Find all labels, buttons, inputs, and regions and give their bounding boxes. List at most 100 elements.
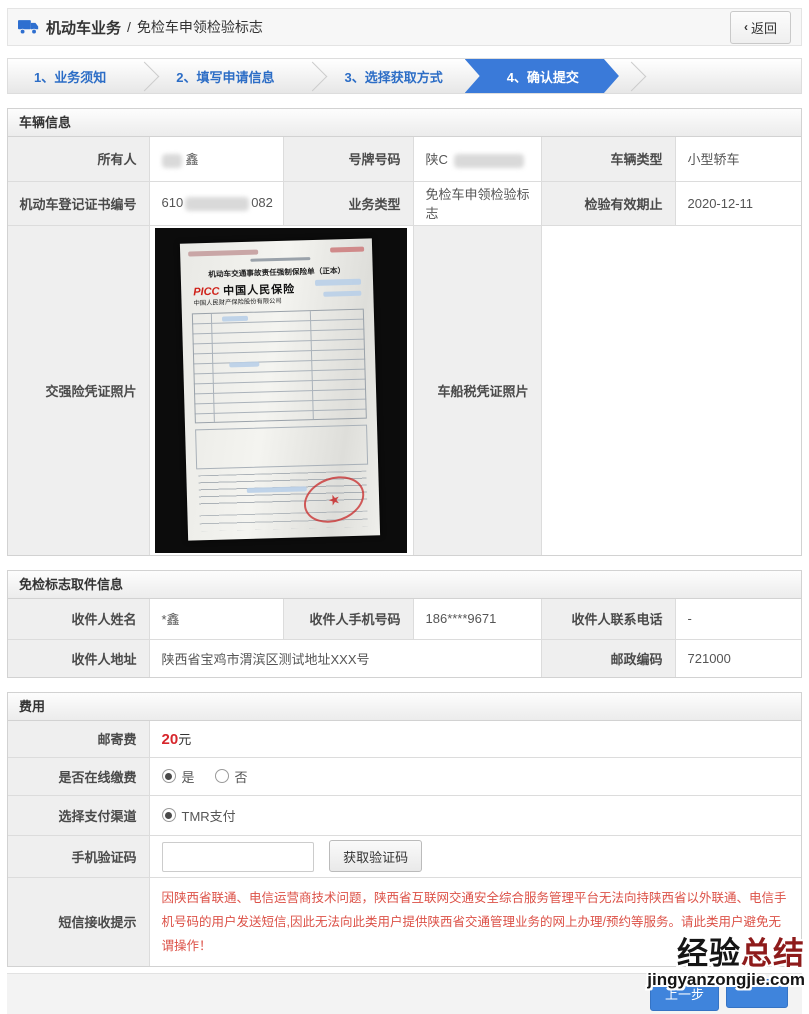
zip-code-value: 721000 [675, 639, 801, 677]
vehicle-info-title: 车辆信息 [8, 109, 801, 137]
redaction-blur [229, 361, 259, 367]
recipient-mobile-value: 186****9671 [413, 599, 541, 639]
fees-table: 邮寄费 20元 是否在线缴费 是 否 选择支付渠道 [8, 721, 801, 966]
picc-logo: PICC [193, 285, 220, 298]
table-row: 所有人 鑫 号牌号码 陕C 车辆类型 小型轿车 [8, 137, 801, 181]
table-row: 收件人地址 陕西省宝鸡市渭滨区测试地址XXX号 邮政编码 721000 [8, 639, 801, 677]
pay-channel-label: 选择支付渠道 [8, 795, 149, 835]
recipient-mobile-label: 收件人手机号码 [283, 599, 413, 639]
step-wizard: 1、业务须知 2、填写申请信息 3、选择获取方式 4、确认提交 [7, 58, 802, 94]
postage-unit: 元 [178, 732, 191, 747]
table-row: 短信接收提示 因陕西省联通、电信运营商技术问题，陕西省互联网交通安全综合服务管理… [8, 877, 801, 966]
radio-tmr-label[interactable]: TMR支付 [182, 806, 236, 825]
captcha-cell: 获取验证码 [149, 835, 801, 877]
doc-header-mark [188, 249, 258, 256]
redaction-blur [162, 154, 182, 168]
doc-table-grid [191, 308, 366, 423]
postage-amount: 20 [162, 731, 179, 748]
table-row: 手机验证码 获取验证码 [8, 835, 801, 877]
vehicle-type-label: 车辆类型 [541, 137, 675, 181]
recipient-name-label: 收件人姓名 [8, 599, 149, 639]
previous-step-button[interactable]: 上一步 [650, 976, 719, 1011]
get-captcha-button[interactable]: 获取验证码 [329, 840, 422, 872]
page: 机动车业务 / 免检车申领检验标志 ‹ 返回 1、业务须知 2、填写申请信息 3… [0, 0, 809, 1014]
online-pay-options: 是 否 [149, 757, 801, 795]
step-separator-icon [132, 59, 150, 93]
table-row: 收件人姓名 *鑫 收件人手机号码 186****9671 收件人联系电话 - [8, 599, 801, 639]
recipient-address-value: 陕西省宝鸡市渭滨区测试地址XXX号 [149, 639, 541, 677]
captcha-input[interactable] [162, 842, 314, 872]
radio-online-pay-yes[interactable] [162, 769, 176, 783]
doc-header-mark [250, 257, 310, 262]
table-row: 选择支付渠道 TMR支付 [8, 795, 801, 835]
fees-section: 费用 邮寄费 20元 是否在线缴费 是 否 [7, 692, 802, 967]
online-pay-label: 是否在线缴费 [8, 757, 149, 795]
recipient-address-label: 收件人地址 [8, 639, 149, 677]
step-separator-icon [619, 59, 637, 93]
back-button-label: 返回 [751, 18, 777, 37]
breadcrumb-separator: / [127, 19, 131, 35]
table-row: 是否在线缴费 是 否 [8, 757, 801, 795]
redaction-blur [314, 278, 360, 285]
business-type-value: 免检车申领检验标志 [413, 181, 541, 225]
postage-label: 邮寄费 [8, 721, 149, 757]
doc-title: 机动车交通事故责任强制保险单（正本） [185, 265, 368, 281]
reg-cert-value: 610082 [149, 181, 283, 225]
step-3-choose-delivery[interactable]: 3、选择获取方式 [318, 59, 468, 93]
doc-mid-box [195, 424, 368, 469]
plate-label: 号牌号码 [283, 137, 413, 181]
redaction-blur [454, 154, 524, 168]
sms-tip-label: 短信接收提示 [8, 877, 149, 966]
vehicle-info-table: 所有人 鑫 号牌号码 陕C 车辆类型 小型轿车 机动车登记证书编号 610082… [8, 137, 801, 555]
radio-online-pay-no[interactable] [215, 769, 229, 783]
tax-photo-cell-empty [541, 225, 801, 555]
step-2-fill-application[interactable]: 2、填写申请信息 [150, 59, 300, 93]
insurance-photo-label: 交强险凭证照片 [8, 225, 149, 555]
postage-value: 20元 [149, 721, 801, 757]
bottom-action-bar: 上一步 [7, 973, 802, 1014]
step-separator-icon [300, 59, 318, 93]
redaction-blur [323, 290, 361, 296]
reg-cert-label: 机动车登记证书编号 [8, 181, 149, 225]
business-type-label: 业务类型 [283, 181, 413, 225]
doc-header-mark [330, 246, 364, 252]
page-header: 机动车业务 / 免检车申领检验标志 ‹ 返回 [7, 8, 802, 46]
pickup-info-table: 收件人姓名 *鑫 收件人手机号码 186****9671 收件人联系电话 - 收… [8, 599, 801, 677]
recipient-phone-label: 收件人联系电话 [541, 599, 675, 639]
owner-value: 鑫 [149, 137, 283, 181]
table-row: 交强险凭证照片 机动车交通事故责任强制保险单（正本） PICC 中国人民保险 [8, 225, 801, 555]
vehicle-info-section: 车辆信息 所有人 鑫 号牌号码 陕C 车辆类型 小型轿车 机动车登记证书编号 6… [7, 108, 802, 556]
radio-yes-label[interactable]: 是 [182, 767, 195, 786]
plate-value: 陕C [413, 137, 541, 181]
truck-icon [18, 19, 40, 35]
insurance-photo-cell: 机动车交通事故责任强制保险单（正本） PICC 中国人民保险 中国人民财产保险股… [149, 225, 413, 555]
page-subtitle: 免检车申领检验标志 [137, 17, 263, 37]
pay-channel-options: TMR支付 [149, 795, 801, 835]
captcha-label: 手机验证码 [8, 835, 149, 877]
pickup-info-title: 免检标志取件信息 [8, 571, 801, 599]
back-button[interactable]: ‹ 返回 [730, 11, 791, 44]
valid-until-value: 2020-12-11 [675, 181, 801, 225]
sms-tip-cell: 因陕西省联通、电信运营商技术问题，陕西省互联网交通安全综合服务管理平台无法向持陕… [149, 877, 801, 966]
radio-tmr-pay[interactable] [162, 808, 176, 822]
recipient-name-value: *鑫 [149, 599, 283, 639]
vehicle-type-value: 小型轿车 [675, 137, 801, 181]
table-row: 机动车登记证书编号 610082 业务类型 免检车申领检验标志 检验有效期止 2… [8, 181, 801, 225]
step-4-confirm-submit[interactable]: 4、确认提交 [465, 59, 619, 93]
doc-company: 中国人民财产保险股份有限公司 [193, 296, 281, 307]
sms-tip-text: 因陕西省联通、电信运营商技术问题，陕西省互联网交通安全综合服务管理平台无法向持陕… [150, 878, 802, 966]
radio-no-label[interactable]: 否 [235, 767, 248, 786]
table-row: 邮寄费 20元 [8, 721, 801, 757]
zip-code-label: 邮政编码 [541, 639, 675, 677]
fees-title: 费用 [8, 693, 801, 721]
insurance-document: 机动车交通事故责任强制保险单（正本） PICC 中国人民保险 中国人民财产保险股… [179, 238, 379, 540]
page-title: 机动车业务 [46, 17, 121, 38]
insurance-document-photo[interactable]: 机动车交通事故责任强制保险单（正本） PICC 中国人民保险 中国人民财产保险股… [155, 228, 407, 553]
valid-until-label: 检验有效期止 [541, 181, 675, 225]
owner-label: 所有人 [8, 137, 149, 181]
recipient-phone-value: - [675, 599, 801, 639]
chevron-left-icon: ‹ [744, 20, 748, 34]
submit-button-fragment[interactable] [726, 979, 788, 1008]
step-1-business-notice[interactable]: 1、业务须知 [8, 59, 132, 93]
redaction-blur [185, 197, 249, 211]
